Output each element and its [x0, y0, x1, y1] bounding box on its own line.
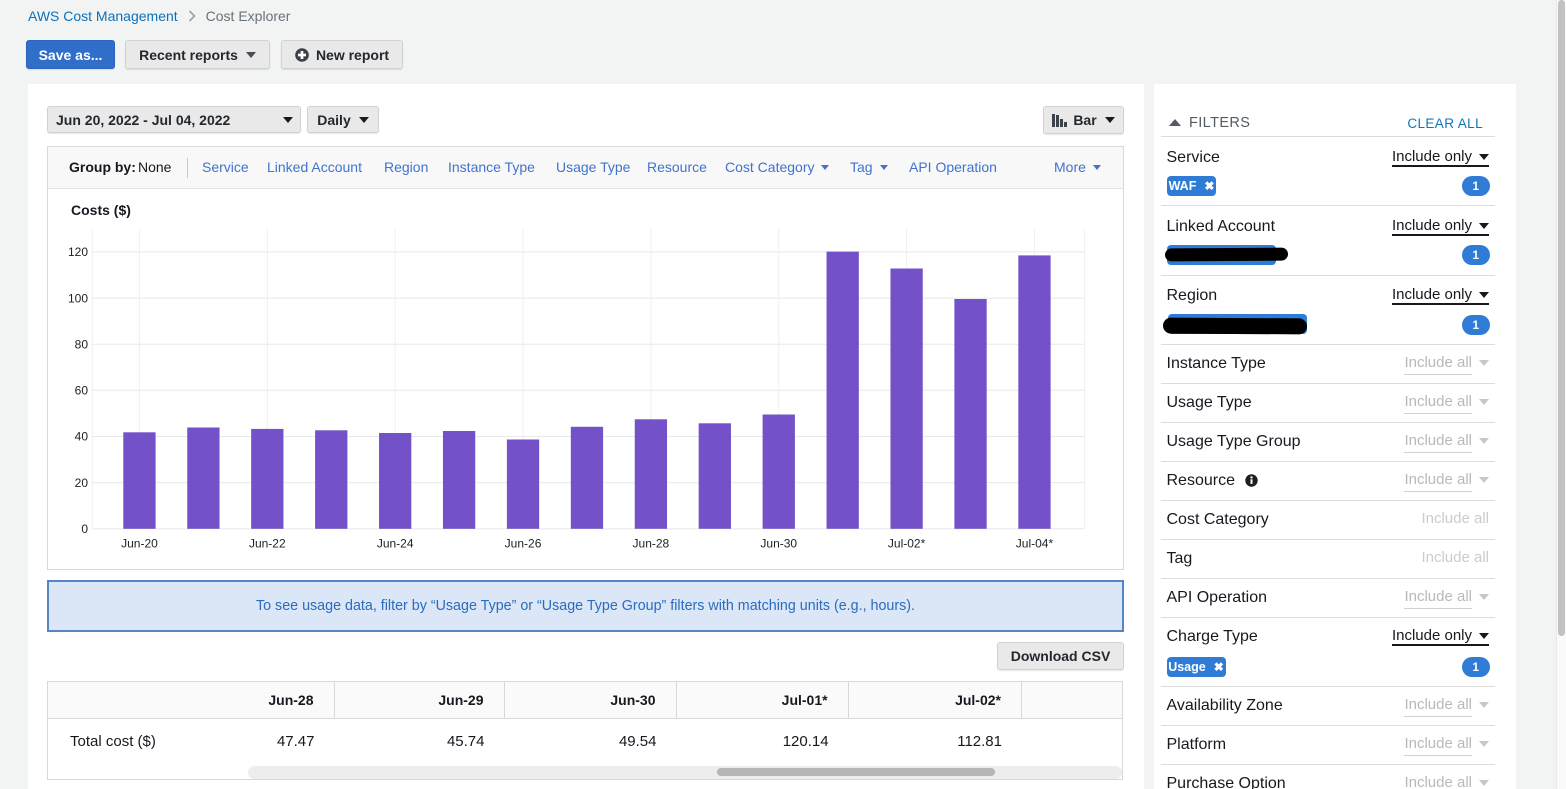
svg-text:100: 100: [68, 291, 88, 305]
svg-text:Jun-28: Jun-28: [633, 536, 670, 550]
svg-text:20: 20: [75, 476, 89, 490]
svg-text:Jul-04*: Jul-04*: [1016, 536, 1054, 550]
svg-text:Jun-26: Jun-26: [505, 536, 542, 550]
svg-text:Jun-20: Jun-20: [121, 536, 158, 550]
svg-text:Jun-24: Jun-24: [377, 536, 414, 550]
svg-text:Jul-02*: Jul-02*: [888, 536, 926, 550]
svg-text:120: 120: [68, 245, 88, 259]
svg-text:Jun-30: Jun-30: [760, 536, 797, 550]
svg-text:40: 40: [75, 430, 89, 444]
svg-text:0: 0: [81, 522, 88, 536]
svg-text:80: 80: [75, 337, 89, 351]
svg-text:Jun-22: Jun-22: [249, 536, 286, 550]
svg-text:60: 60: [75, 384, 89, 398]
